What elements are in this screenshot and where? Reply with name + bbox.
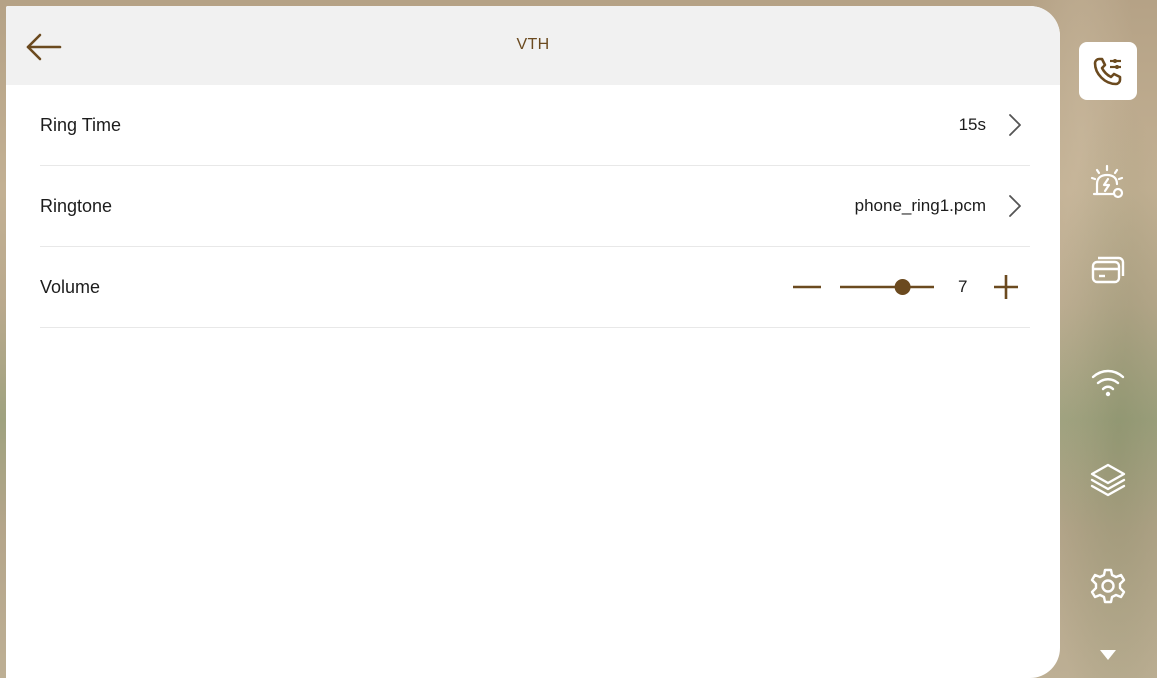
sidebar-item-network[interactable] (1079, 352, 1137, 410)
triangle-down-icon (1100, 650, 1116, 660)
card-icon (1091, 256, 1125, 284)
volume-slider-thumb[interactable] (894, 279, 911, 295)
alarm-settings-icon (1090, 164, 1124, 199)
sidebar-item-card[interactable] (1079, 241, 1137, 299)
page-title: VTH (516, 36, 550, 53)
setting-row-ringtone[interactable]: Ringtone phone_ring1.pcm (40, 166, 1030, 247)
sidebar-scroll-down-button[interactable] (1079, 637, 1137, 673)
header-bar: VTH (6, 6, 1060, 85)
chevron-right-icon (1009, 195, 1021, 217)
sidebar-item-call[interactable] (1079, 42, 1137, 100)
setting-row-ring-time[interactable]: Ring Time 15s (40, 85, 1030, 166)
volume-value: 7 (958, 277, 968, 296)
wifi-icon (1091, 369, 1125, 397)
chevron-right-icon (1009, 114, 1021, 136)
setting-label: Ring Time (40, 115, 122, 135)
gear-icon (1090, 568, 1126, 604)
sidebar-item-layers[interactable] (1079, 450, 1137, 508)
settings-panel: VTH Ring Time 15s Ringtone phone_ring1.p… (6, 6, 1060, 678)
volume-increase-button[interactable] (991, 272, 1021, 302)
sidebar-item-settings[interactable] (1079, 557, 1137, 615)
sidebar-item-alarm[interactable] (1079, 154, 1137, 212)
setting-label: Volume (40, 277, 101, 297)
setting-value: 15s (958, 115, 986, 134)
setting-value: phone_ring1.pcm (854, 196, 986, 215)
minus-icon (793, 285, 821, 289)
layers-icon (1090, 463, 1126, 497)
volume-slider[interactable] (840, 274, 934, 300)
volume-decrease-button[interactable] (792, 274, 822, 300)
call-settings-icon (1093, 57, 1122, 86)
plus-icon (994, 275, 1018, 299)
setting-label: Ringtone (40, 196, 113, 216)
setting-row-volume: Volume 7 (40, 247, 1030, 328)
